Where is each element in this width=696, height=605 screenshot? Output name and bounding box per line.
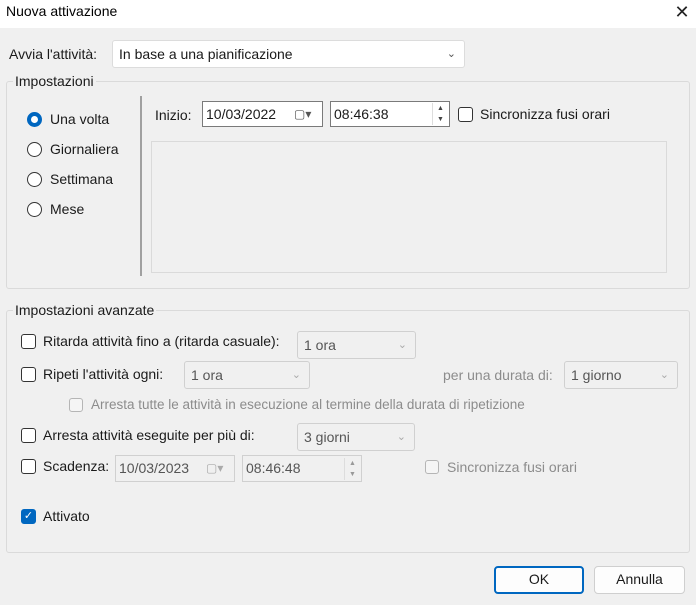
- chevron-down-icon: ⌄: [446, 48, 456, 60]
- stop-longer-checkbox[interactable]: [21, 428, 36, 443]
- radio-label-giornaliera: Giornaliera: [50, 141, 119, 157]
- schedule-detail-panel: [151, 141, 667, 273]
- chevron-down-icon: ⌄: [396, 431, 406, 443]
- advanced-legend: Impostazioni avanzate: [13, 302, 157, 318]
- expire-time-field[interactable]: 08:46:48 ▲ ▼: [242, 455, 362, 482]
- repeat-duration-dropdown[interactable]: 1 giorno ⌄: [564, 361, 678, 389]
- expire-date-picker[interactable]: 10/03/2023 ▢▾: [115, 455, 235, 482]
- window-title: Nuova attivazione: [6, 3, 118, 19]
- repeat-duration-label: per una durata di:: [443, 367, 553, 383]
- time-spinner[interactable]: ▲ ▼: [344, 458, 360, 480]
- expire-label: Scadenza:: [43, 458, 110, 474]
- chevron-down-icon: ⌄: [397, 339, 407, 351]
- chevron-down-icon: ⌄: [659, 369, 669, 381]
- stop-all-label: Arresta tutte le attività in esecuzione …: [91, 397, 525, 412]
- start-date-value: 10/03/2022: [206, 106, 277, 122]
- repeat-duration-value: 1 giorno: [571, 367, 622, 383]
- delay-value: 1 ora: [304, 337, 336, 353]
- time-spinner[interactable]: ▲ ▼: [432, 103, 448, 125]
- start-time-field[interactable]: 08:46:38 ▲ ▼: [330, 101, 450, 127]
- spin-up-icon[interactable]: ▲: [345, 458, 360, 469]
- expire-date-value: 10/03/2023: [119, 460, 190, 476]
- calendar-icon[interactable]: ▢▾: [294, 102, 311, 126]
- start-label: Inizio:: [155, 107, 192, 123]
- stop-longer-dropdown[interactable]: 3 giorni ⌄: [297, 423, 415, 451]
- spin-up-icon[interactable]: ▲: [433, 103, 448, 114]
- sync-timezone-label: Sincronizza fusi orari: [480, 106, 610, 122]
- start-task-dropdown[interactable]: In base a una pianificazione ⌄: [112, 40, 465, 68]
- delay-checkbox[interactable]: [21, 334, 36, 349]
- start-time-value: 08:46:38: [334, 106, 389, 122]
- expire-time-value: 08:46:48: [246, 460, 301, 476]
- enabled-checkbox[interactable]: ✓: [21, 509, 36, 524]
- start-date-picker[interactable]: 10/03/2022 ▢▾: [202, 101, 323, 127]
- close-icon[interactable]: ✕: [670, 2, 694, 24]
- checkmark-icon: ✓: [23, 510, 34, 522]
- radio-label-mese: Mese: [50, 201, 85, 217]
- cancel-button[interactable]: Annulla: [594, 566, 685, 594]
- spin-down-icon[interactable]: ▼: [433, 114, 448, 125]
- stop-longer-label: Arresta attività eseguite per più di:: [43, 427, 255, 443]
- calendar-icon[interactable]: ▢▾: [206, 456, 223, 480]
- radio-una-volta[interactable]: [27, 112, 42, 127]
- radio-label-settimana: Settimana: [50, 171, 114, 187]
- radio-giornaliera[interactable]: [27, 142, 42, 157]
- settings-divider: [140, 96, 142, 276]
- expire-checkbox[interactable]: [21, 459, 36, 474]
- radio-settimana[interactable]: [27, 172, 42, 187]
- repeat-label: Ripeti l'attività ogni:: [43, 366, 164, 382]
- repeat-interval-value: 1 ora: [191, 367, 223, 383]
- stop-all-checkbox[interactable]: [69, 398, 83, 412]
- expire-sync-label: Sincronizza fusi orari: [447, 459, 577, 475]
- repeat-checkbox[interactable]: [21, 367, 36, 382]
- expire-sync-checkbox[interactable]: [425, 460, 439, 474]
- chevron-down-icon: ⌄: [291, 369, 301, 381]
- repeat-interval-dropdown[interactable]: 1 ora ⌄: [184, 361, 310, 389]
- radio-label-una-volta: Una volta: [50, 111, 110, 127]
- settings-legend: Impostazioni: [13, 73, 96, 89]
- spin-down-icon[interactable]: ▼: [345, 469, 360, 480]
- radio-mese[interactable]: [27, 202, 42, 217]
- start-task-label: Avvia l'attività:: [9, 46, 98, 62]
- delay-label: Ritarda attività fino a (ritarda casuale…: [43, 333, 280, 349]
- enabled-label: Attivato: [43, 508, 90, 524]
- start-task-value: In base a una pianificazione: [119, 46, 293, 62]
- stop-longer-value: 3 giorni: [304, 429, 350, 445]
- ok-button[interactable]: OK: [494, 566, 584, 594]
- delay-dropdown[interactable]: 1 ora ⌄: [297, 331, 416, 359]
- sync-timezone-checkbox[interactable]: [458, 107, 473, 122]
